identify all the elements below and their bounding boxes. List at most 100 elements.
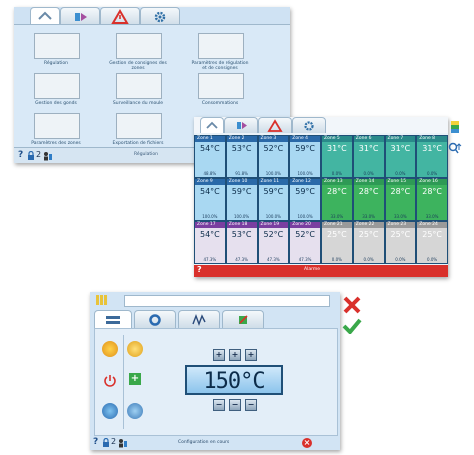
zone-cell[interactable]: Zone 20 52°C 47.3% xyxy=(289,221,321,264)
zone-cell[interactable]: Zone 19 52°C 47.3% xyxy=(257,221,290,264)
tab-settings[interactable] xyxy=(140,7,180,25)
zone-cell[interactable]: Zone 12 59°C 100.0% xyxy=(289,178,321,221)
zone-temperature: 28°C xyxy=(390,187,411,196)
zone-power-percent: 47.3% xyxy=(235,257,248,262)
setpoint-footer: ? 2 Configuration en cours × xyxy=(90,436,340,450)
tab-alarms[interactable] xyxy=(258,117,292,133)
add-icon[interactable]: + xyxy=(129,373,141,385)
menu-tile[interactable]: Consommations xyxy=(190,69,250,115)
tile-label: Régulation xyxy=(43,61,69,66)
error-icon[interactable]: × xyxy=(302,438,312,448)
boost-button[interactable] xyxy=(127,341,143,357)
zone-cell[interactable]: Zone 5 31°C 0.0% xyxy=(321,135,353,178)
tab-circle[interactable] xyxy=(134,310,176,328)
zone-temperature: 54°C xyxy=(199,187,220,196)
decrement-tens-button[interactable]: − xyxy=(229,399,241,411)
zone-cell[interactable]: Zone 21 25°C 0.0% xyxy=(321,221,353,264)
setpoint-display: 150°C xyxy=(185,365,283,395)
ring-icon xyxy=(149,314,161,326)
tab-settings[interactable] xyxy=(292,117,326,133)
power-icon[interactable] xyxy=(102,373,118,389)
zone-name: Zone 22 xyxy=(353,222,384,228)
zone-temperature: 52°C xyxy=(263,230,284,239)
tile-label: Surveillance du moule xyxy=(112,101,164,106)
zone-name: Zone 14 xyxy=(353,179,384,185)
level-gauge-icon xyxy=(451,121,459,133)
settings-button[interactable] xyxy=(127,403,143,419)
zone-name: Zone 12 xyxy=(290,179,320,185)
tile-label: Paramètres des zones xyxy=(31,141,81,146)
zone-name: Zone 21 xyxy=(322,222,352,228)
confirm-icon[interactable] xyxy=(342,318,362,334)
increment-tens-button[interactable]: + xyxy=(229,349,241,361)
zones-grid: Zone 1 54°C 48.8% Zone 2 53°C 91.8% Zone 3 52°C… xyxy=(194,135,448,265)
zone-cell[interactable]: Zone 10 59°C 100.0% xyxy=(225,178,258,221)
zone-cell[interactable]: Zone 13 28°C 33.0% xyxy=(321,178,353,221)
zone-temperature: 59°C xyxy=(295,187,315,196)
users-icon[interactable] xyxy=(43,151,53,161)
zone-cell[interactable]: Zone 7 31°C 0.0% xyxy=(384,135,417,178)
search-input[interactable] xyxy=(124,295,330,307)
zone-name: Zone 23 xyxy=(385,222,416,228)
zone-cell[interactable]: Zone 1 54°C 48.8% xyxy=(194,135,226,178)
tile-thumbnail-icon xyxy=(198,33,244,59)
zone-temperature: 53°C xyxy=(231,230,252,239)
tile-thumbnail-icon xyxy=(116,73,162,99)
help-icon[interactable]: ? xyxy=(18,150,23,160)
tab-curve[interactable] xyxy=(178,310,220,328)
zone-power-percent: 0.0% xyxy=(331,257,342,262)
zone-cell[interactable]: Zone 9 54°C 100.0% xyxy=(194,178,226,221)
zone-cell[interactable]: Zone 11 59°C 100.0% xyxy=(257,178,290,221)
heat-button[interactable] xyxy=(102,341,118,357)
zone-cell[interactable]: Zone 14 28°C 33.0% xyxy=(352,178,385,221)
zone-cell[interactable]: Zone 15 28°C 33.0% xyxy=(384,178,417,221)
zone-temperature: 52°C xyxy=(263,144,284,153)
zone-temperature: 31°C xyxy=(358,144,379,153)
zone-name: Zone 2 xyxy=(226,136,257,142)
tab-play[interactable] xyxy=(224,117,258,133)
zone-cell[interactable]: Zone 16 28°C 33.0% xyxy=(416,178,448,221)
zone-temperature: 31°C xyxy=(390,144,411,153)
tab-alarms[interactable] xyxy=(100,7,140,25)
zone-name: Zone 11 xyxy=(258,179,289,185)
zone-name: Zone 3 xyxy=(258,136,289,142)
zone-cell[interactable]: Zone 6 31°C 0.0% xyxy=(352,135,385,178)
gear-icon xyxy=(304,121,314,131)
zone-temperature: 28°C xyxy=(326,187,347,196)
zone-cell[interactable]: Zone 18 53°C 47.3% xyxy=(225,221,258,264)
zone-name: Zone 5 xyxy=(322,136,352,142)
tab-home[interactable] xyxy=(200,117,224,133)
zone-temperature: 54°C xyxy=(199,230,220,239)
zone-temperature: 59°C xyxy=(295,144,315,153)
zone-cell[interactable]: Zone 17 54°C 47.3% xyxy=(194,221,226,264)
zone-cell[interactable]: Zone 3 52°C 100.0% xyxy=(257,135,290,178)
zone-cell[interactable]: Zone 2 53°C 91.8% xyxy=(225,135,258,178)
lock-icon[interactable] xyxy=(27,151,35,161)
setpoint-topbar xyxy=(90,292,340,308)
zone-power-percent: 47.3% xyxy=(298,257,312,262)
zone-cell[interactable]: Zone 8 31°C 0.0% xyxy=(416,135,448,178)
cancel-icon[interactable] xyxy=(342,296,362,314)
lock-icon[interactable] xyxy=(102,438,110,448)
help-icon[interactable]: ? xyxy=(93,437,98,447)
tab-play[interactable] xyxy=(60,7,100,25)
status-text: Configuration en cours xyxy=(178,440,230,445)
zone-cell[interactable]: Zone 23 25°C 0.0% xyxy=(384,221,417,264)
tab-zones[interactable] xyxy=(94,310,132,328)
tab-home[interactable] xyxy=(30,7,60,25)
search-zone-icon[interactable] xyxy=(448,141,462,157)
decrement-units-button[interactable]: − xyxy=(245,399,257,411)
increment-hundreds-button[interactable]: + xyxy=(213,349,225,361)
zone-cell[interactable]: Zone 4 59°C 100.0% xyxy=(289,135,321,178)
users-icon[interactable] xyxy=(118,438,128,448)
decrement-hundreds-button[interactable]: − xyxy=(213,399,225,411)
zone-cell[interactable]: Zone 24 25°C 0.0% xyxy=(416,221,448,264)
side-buttons-right: + xyxy=(123,335,146,429)
increment-units-button[interactable]: + xyxy=(245,349,257,361)
zone-cell[interactable]: Zone 22 25°C 0.0% xyxy=(352,221,385,264)
tab-edit[interactable] xyxy=(222,310,264,328)
lcd-mode-button[interactable] xyxy=(102,403,118,419)
zone-power-percent: 0.0% xyxy=(331,171,342,176)
help-icon[interactable]: ? xyxy=(197,265,202,274)
zone-temperature: 25°C xyxy=(326,230,347,239)
